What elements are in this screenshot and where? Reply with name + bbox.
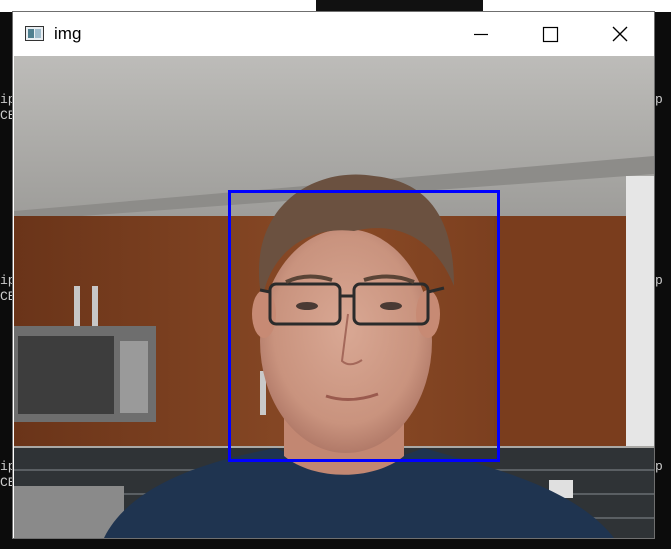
maximize-icon (542, 26, 559, 43)
minimize-icon (474, 33, 488, 36)
terminal-right-text-2: p (655, 273, 663, 288)
maximize-button[interactable] (527, 12, 573, 56)
terminal-left-text-3: ip CE (0, 459, 12, 490)
window-title: img (54, 24, 82, 43)
close-icon (612, 26, 628, 42)
camera-image (14, 56, 654, 538)
terminal-left-text-2: ip CE (0, 273, 12, 304)
minimize-button[interactable] (458, 12, 504, 56)
title-bar[interactable]: img (13, 12, 654, 56)
app-window-icon (25, 26, 44, 41)
terminal-left-text-1: ip CE (0, 92, 12, 123)
terminal-right-text-1: p (655, 92, 663, 107)
close-button[interactable] (597, 12, 643, 56)
terminal-right-text-3: p (655, 459, 663, 474)
face-detection-box (228, 190, 500, 462)
image-window[interactable]: img (12, 11, 655, 539)
